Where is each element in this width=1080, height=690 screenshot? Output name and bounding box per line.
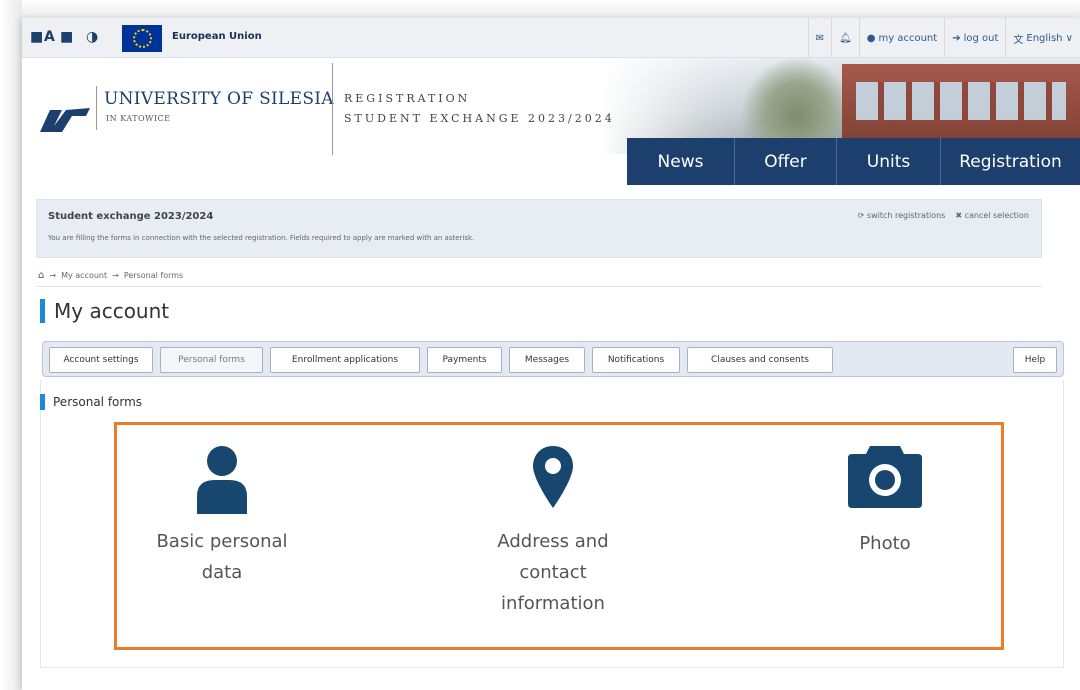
home-icon[interactable]: ⌂	[38, 270, 44, 281]
contrast-toggle-icon[interactable]: ■	[30, 29, 43, 45]
card-photo[interactable]: Photo	[810, 438, 960, 559]
tab-payments[interactable]: Payments	[427, 347, 502, 373]
top-links: ✉ 🔔︎ ● my account ➔ log out 文 English ∨	[807, 18, 1080, 58]
section-title: Personal forms	[53, 395, 143, 409]
tab-notifications[interactable]: Notifications	[592, 347, 680, 373]
my-account-link[interactable]: ● my account	[858, 18, 944, 58]
tab-personal-forms[interactable]: Personal forms	[160, 347, 263, 373]
university-subtitle: IN KATOWICE	[106, 114, 171, 123]
refresh-icon: ⟳	[857, 211, 867, 220]
user-icon: ●	[866, 32, 876, 44]
section-heading: Personal forms	[40, 394, 142, 410]
top-utility-bar: ■ A ■ ◑ European Union ✉ 🔔︎ ● my account …	[22, 18, 1080, 58]
breadcrumb: ⌂ → My account → Personal forms	[36, 265, 1042, 287]
eu-flag-icon	[122, 25, 162, 52]
bell-icon: 🔔︎	[839, 32, 852, 44]
nav-units[interactable]: Units	[836, 138, 940, 185]
info-text: You are filling the forms in connection …	[48, 234, 475, 242]
tab-help[interactable]: Help	[1013, 347, 1057, 373]
messages-link[interactable]: ✉	[807, 18, 831, 58]
high-contrast-icon[interactable]: ◑	[86, 29, 98, 45]
font-size-button[interactable]: A	[44, 29, 55, 45]
eu-label: European Union	[172, 31, 262, 42]
card-label: Basic personal data	[156, 531, 288, 583]
screenshot-frame-left	[0, 0, 22, 690]
card-label: Photo	[859, 533, 911, 554]
tab-clauses-and-consents[interactable]: Clauses and consents	[687, 347, 833, 373]
university-name[interactable]: UNIVERSITY OF SILESIA	[104, 89, 334, 109]
map-pin-icon	[533, 446, 573, 508]
page-title-row: My account	[40, 299, 169, 323]
site-header: UNIVERSITY OF SILESIA IN KATOWICE REGIST…	[22, 58, 1080, 186]
registration-info-box: Student exchange 2023/2024 You are filli…	[36, 199, 1042, 258]
account-tabs: Account settings Personal forms Enrollme…	[42, 341, 1064, 377]
card-address-and-contact[interactable]: Address and contact information	[478, 438, 628, 619]
layout-toggle-icon[interactable]: ■	[60, 29, 73, 45]
screenshot-frame-top	[0, 0, 1080, 18]
registration-heading: REGISTRATION	[344, 92, 471, 105]
logout-icon: ➔	[952, 32, 961, 44]
envelope-icon: ✉	[815, 32, 825, 44]
switch-registrations-link[interactable]: ⟳ switch registrations	[858, 211, 946, 220]
university-logo-icon[interactable]	[36, 106, 92, 134]
nav-news[interactable]: News	[627, 138, 734, 185]
registration-subheading: STUDENT EXCHANGE 2023/2024	[344, 112, 615, 125]
cancel-selection-link[interactable]: ✖ cancel selection	[955, 211, 1029, 220]
card-label: Address and contact information	[497, 531, 609, 614]
card-basic-personal-data[interactable]: Basic personal data	[147, 438, 297, 588]
breadcrumb-my-account[interactable]: My account	[61, 271, 107, 280]
language-select[interactable]: 文 English ∨	[1005, 18, 1080, 58]
page: ■ A ■ ◑ European Union ✉ 🔔︎ ● my account …	[22, 18, 1080, 690]
person-icon	[197, 446, 247, 514]
tab-enrollment-applications[interactable]: Enrollment applications	[270, 347, 420, 373]
page-title: My account	[54, 299, 170, 323]
close-icon: ✖	[955, 211, 965, 220]
log-out-link[interactable]: ➔ log out	[944, 18, 1005, 58]
breadcrumb-personal-forms: Personal forms	[123, 271, 184, 280]
main-nav: News Offer Units Registration	[627, 138, 1080, 185]
tab-account-settings[interactable]: Account settings	[49, 347, 153, 373]
info-title: Student exchange 2023/2024	[48, 211, 214, 222]
tab-messages[interactable]: Messages	[509, 347, 585, 373]
camera-icon	[848, 446, 922, 508]
notifications-link[interactable]: 🔔︎	[831, 18, 859, 58]
nav-offer[interactable]: Offer	[734, 138, 836, 185]
nav-registration[interactable]: Registration	[940, 138, 1080, 185]
language-icon: 文	[1013, 34, 1024, 46]
